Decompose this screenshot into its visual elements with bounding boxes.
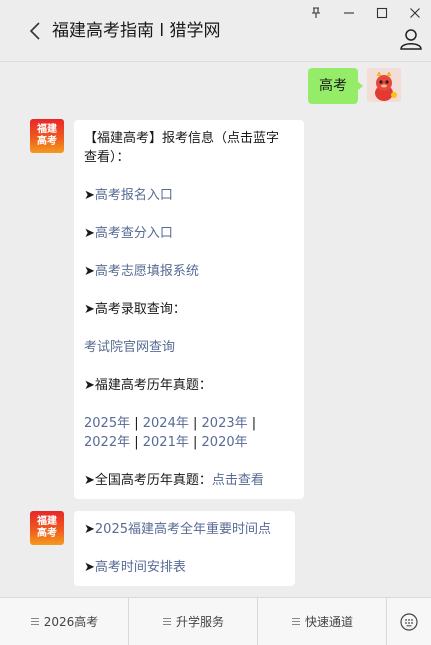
menu-2026-gaokao[interactable]: 2026高考 (0, 598, 129, 645)
exam-schedule-link[interactable]: 高考时间安排表 (95, 560, 186, 575)
bot-avatar-line2: 高考 (37, 528, 57, 539)
score-query-link[interactable]: 高考查分入口 (95, 226, 173, 241)
user-message: 高考 (308, 68, 401, 104)
close-button[interactable] (398, 0, 431, 26)
dragon-mascot-icon (367, 68, 401, 102)
menu-lines-icon (162, 618, 171, 625)
user-avatar[interactable] (367, 68, 401, 102)
bot-avatar[interactable]: 福建 高考 (30, 511, 64, 545)
maximize-button[interactable] (365, 0, 398, 26)
window-controls (299, 0, 431, 26)
separator: | (134, 435, 139, 450)
arrow-icon: ➤ (84, 188, 95, 203)
separator: | (193, 416, 198, 431)
exam-institute-link[interactable]: 考试院官网查询 (84, 340, 175, 355)
keyboard-icon (400, 612, 418, 631)
separator: | (193, 435, 198, 450)
arrow-icon: ➤ (84, 560, 95, 575)
user-message-bubble[interactable]: 高考 (308, 68, 363, 104)
year-link-2025[interactable]: 2025年 (84, 416, 130, 431)
bottom-menu-bar: 2026高考 升学服务 快速通道 (0, 597, 431, 645)
menu-lines-icon (30, 618, 39, 625)
national-papers-link[interactable]: 点击查看 (212, 473, 264, 488)
past-papers-label: ➤福建高考历年真题： (84, 378, 212, 393)
chat-title: 福建高考指南 l 猎学网 (52, 21, 221, 41)
arrow-icon: ➤ (84, 522, 95, 537)
arrow-icon: ➤ (84, 264, 95, 279)
menu-lines-icon (291, 618, 300, 625)
menu-label: 快速通道 (304, 615, 353, 629)
year-link-2022[interactable]: 2022年 (84, 435, 130, 450)
keyboard-toggle-button[interactable] (387, 598, 431, 645)
chat-area[interactable]: 高考 福建 高考 【福建高考】报考信息（点击蓝字 查看）： ➤高考报名入口 ➤高… (0, 62, 431, 596)
volunteer-system-link[interactable]: 高考志愿填报系统 (95, 264, 199, 279)
bot-message-info: 【福建高考】报考信息（点击蓝字 查看）： ➤高考报名入口 ➤高考查分入口 ➤高考… (74, 120, 304, 499)
bot-avatar-line1: 福建 (37, 124, 57, 135)
maximize-icon (376, 7, 387, 19)
menu-label: 升学服务 (175, 615, 224, 629)
bot-avatar[interactable]: 福建 高考 (30, 119, 64, 153)
pin-button[interactable] (299, 0, 332, 26)
intro-text-line2: 查看）： (84, 150, 130, 165)
year-link-2021[interactable]: 2021年 (143, 435, 189, 450)
year-link-2023[interactable]: 2023年 (202, 416, 248, 431)
close-icon (409, 8, 420, 18)
bot-message-links: ➤2025福建高考全年重要时间点 ➤高考时间安排表 (74, 511, 295, 586)
arrow-icon: ➤ (84, 226, 95, 241)
back-arrow-icon[interactable] (26, 20, 46, 42)
menu-quick-access[interactable]: 快速通道 (258, 598, 387, 645)
bot-avatar-line2: 高考 (37, 136, 57, 147)
menu-label: 2026高考 (43, 615, 99, 629)
profile-icon[interactable] (399, 28, 423, 50)
minimize-icon (343, 12, 354, 14)
national-papers-label: ➤全国高考历年真题： (84, 473, 212, 488)
minimize-button[interactable] (332, 0, 365, 26)
bot-avatar-line1: 福建 (37, 516, 57, 527)
separator: | (251, 416, 257, 431)
intro-text-line1: 【福建高考】报考信息（点击蓝字 (84, 131, 280, 146)
separator: | (134, 416, 139, 431)
year-link-2020[interactable]: 2020年 (202, 435, 248, 450)
signup-link[interactable]: 高考报名入口 (95, 188, 173, 203)
menu-admission-services[interactable]: 升学服务 (129, 598, 258, 645)
admission-label: ➤高考录取查询： (84, 302, 186, 317)
timeline-link[interactable]: 2025福建高考全年重要时间点 (95, 522, 271, 537)
pin-icon (311, 7, 320, 18)
year-link-2024[interactable]: 2024年 (143, 416, 189, 431)
